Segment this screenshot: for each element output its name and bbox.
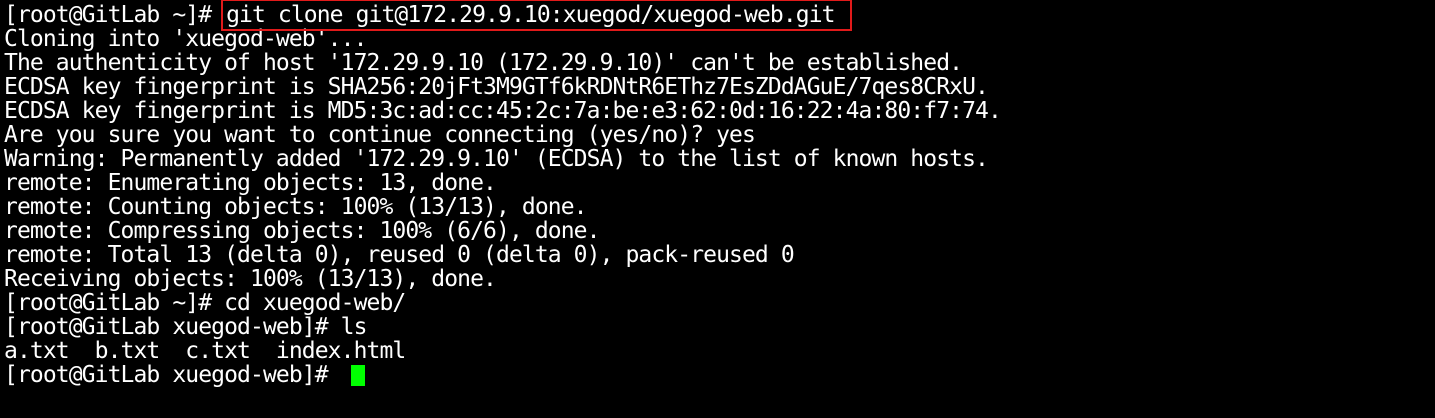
terminal-output: Cloning into 'xuegod-web'... The authent… <box>4 27 1435 363</box>
output-line: The authenticity of host '172.29.9.10 (1… <box>4 50 963 76</box>
output-line: ECDSA key fingerprint is SHA256:20jFt3M9… <box>4 74 989 100</box>
output-line: [root@GitLab xuegod-web]# ls <box>4 314 367 340</box>
terminal-line-clone-command: [root@GitLab ~]# git clone git@172.29.9.… <box>4 0 1435 31</box>
highlighted-git-clone-command: git clone git@172.29.9.10:xuegod/xuegod-… <box>221 0 852 31</box>
terminal-cursor <box>350 365 365 386</box>
terminal-input-line[interactable]: [root@GitLab xuegod-web]# <box>4 363 1435 387</box>
output-line: [root@GitLab ~]# cd xuegod-web/ <box>4 290 406 316</box>
shell-prompt: [root@GitLab xuegod-web]# <box>4 362 341 388</box>
output-line: ECDSA key fingerprint is MD5:3c:ad:cc:45… <box>4 98 1002 124</box>
output-line: Warning: Permanently added '172.29.9.10'… <box>4 146 989 172</box>
output-line: remote: Total 13 (delta 0), reused 0 (de… <box>4 242 795 268</box>
output-line: Are you sure you want to continue connec… <box>4 122 756 148</box>
shell-prompt: [root@GitLab ~]# <box>4 2 225 28</box>
terminal-window[interactable]: [root@GitLab ~]# git clone git@172.29.9.… <box>0 0 1435 418</box>
output-line: Cloning into 'xuegod-web'... <box>4 26 367 52</box>
output-line: remote: Compressing objects: 100% (6/6),… <box>4 218 600 244</box>
output-line: remote: Enumerating objects: 13, done. <box>4 170 497 196</box>
output-line: a.txt b.txt c.txt index.html <box>4 338 406 364</box>
output-line: Receiving objects: 100% (13/13), done. <box>4 266 497 292</box>
output-line: remote: Counting objects: 100% (13/13), … <box>4 194 588 220</box>
